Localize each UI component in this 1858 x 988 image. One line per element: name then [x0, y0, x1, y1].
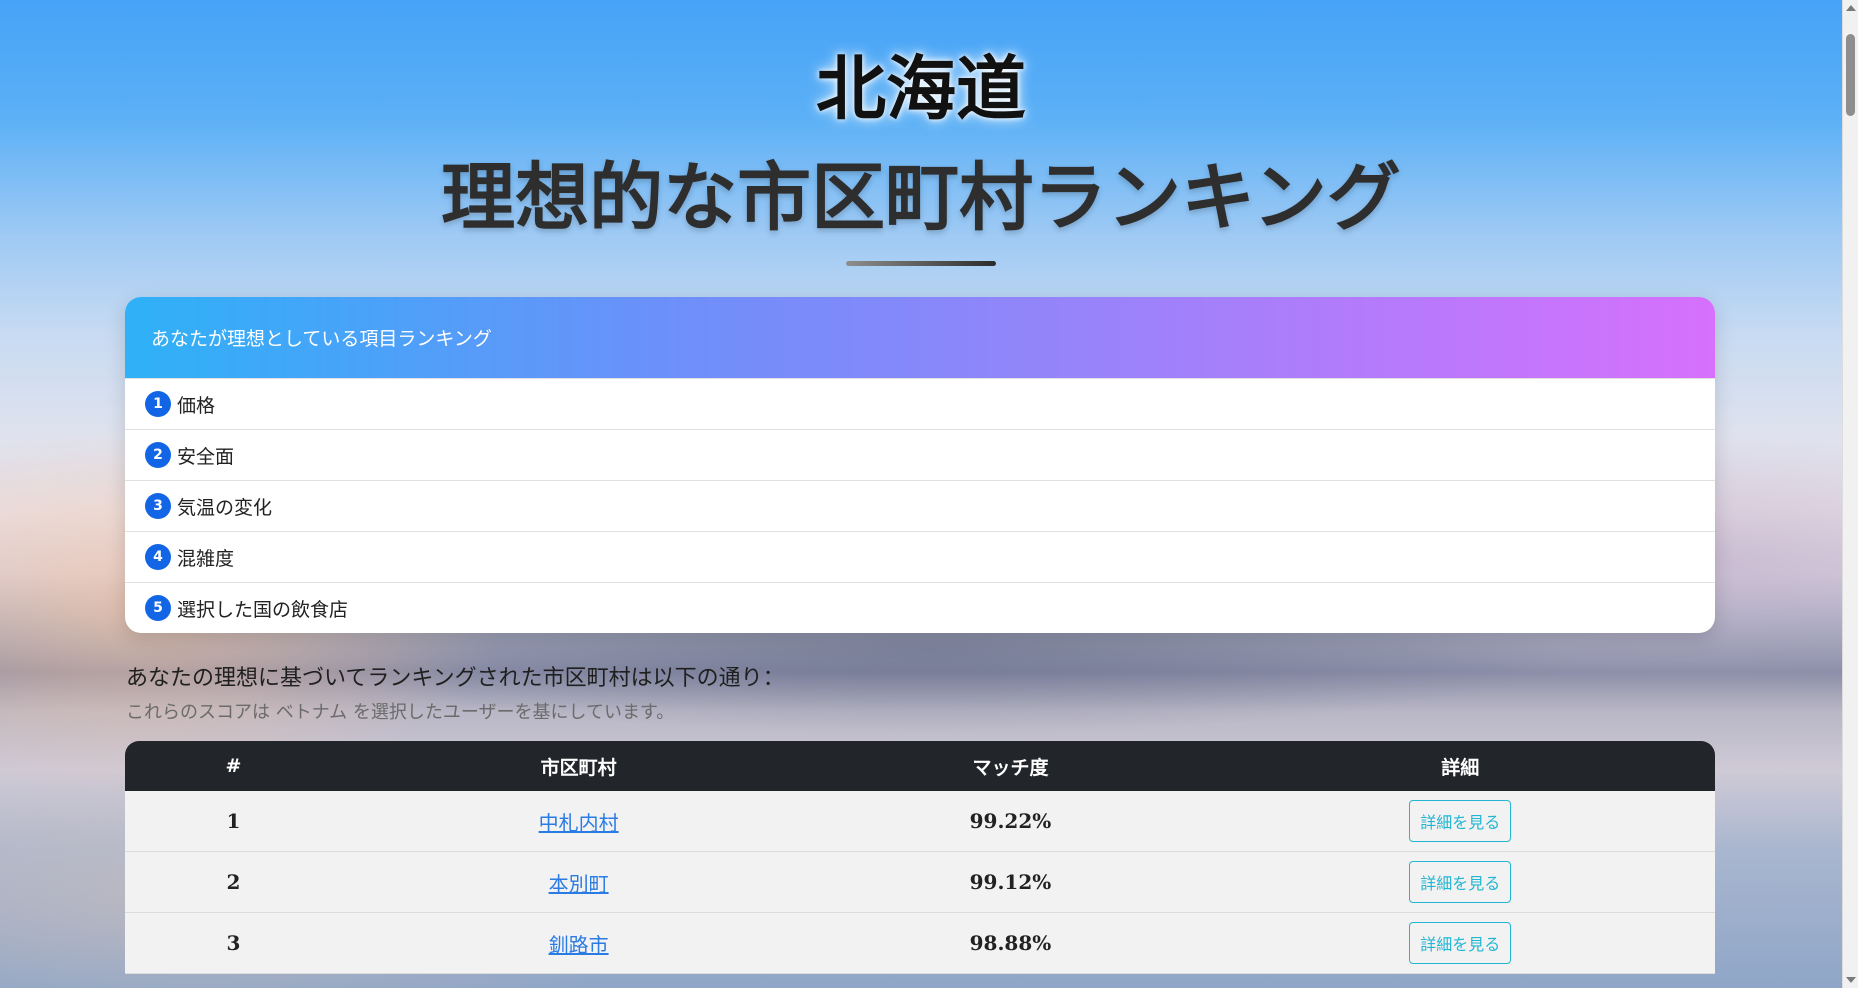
priority-item: 1 価格 — [125, 378, 1715, 429]
title-divider — [846, 261, 996, 266]
scroll-down-arrow-icon[interactable] — [1846, 977, 1856, 983]
column-header-detail: 詳細 — [1441, 756, 1480, 779]
table-row: 2 本別町 99.12% 詳細を見る — [125, 851, 1715, 913]
priority-item: 4 混雑度 — [125, 531, 1715, 582]
table-header-row: # 市区町村 マッチ度 詳細 — [125, 741, 1715, 791]
priority-item: 5 選択した国の飲食店 — [125, 582, 1715, 633]
match-cell: 99.22% — [815, 791, 1206, 852]
detail-cell: 詳細を見る — [1205, 912, 1715, 974]
scrollbar-thumb[interactable] — [1846, 34, 1855, 116]
column-header-rank: # — [225, 755, 242, 777]
city-link[interactable]: 本別町 — [549, 872, 609, 896]
city-link[interactable]: 釧路市 — [549, 933, 609, 957]
table-row: 1 中札内村 99.22% 詳細を見る — [125, 791, 1715, 852]
results-note: これらのスコアは ベトナム を選択したユーザーを基にしています。 — [126, 702, 675, 723]
priority-card-header: あなたが理想としている項目ランキング — [125, 297, 1715, 378]
rank-badge: 1 — [145, 391, 171, 417]
view-details-button[interactable]: 詳細を見る — [1409, 922, 1512, 964]
match-cell: 98.88% — [815, 912, 1206, 974]
city-cell: 中札内村 — [341, 791, 816, 852]
city-cell: 本別町 — [341, 851, 816, 913]
detail-cell: 詳細を見る — [1205, 791, 1715, 852]
priority-label: 混雑度 — [177, 547, 235, 570]
priority-item: 3 気温の変化 — [125, 480, 1715, 531]
results-table: # 市区町村 マッチ度 詳細 1 中札内村 99.22% 詳細を見る 2 本別町… — [125, 741, 1715, 974]
rank-cell: 3 — [125, 912, 342, 974]
city-link[interactable]: 中札内村 — [539, 811, 619, 835]
priority-item: 2 安全面 — [125, 429, 1715, 480]
priority-label: 気温の変化 — [177, 496, 273, 519]
priority-label: 選択した国の飲食店 — [177, 598, 349, 621]
rank-badge: 2 — [145, 442, 171, 468]
rank-cell: 1 — [125, 791, 342, 852]
column-header-match: マッチ度 — [972, 756, 1049, 779]
rank-badge: 5 — [145, 595, 171, 621]
priority-label: 価格 — [177, 394, 216, 417]
vertical-scrollbar[interactable] — [1842, 0, 1858, 988]
priority-card: あなたが理想としている項目ランキング 1 価格 2 安全面 3 気温の変化 4 … — [125, 297, 1715, 633]
table-row: 3 釧路市 98.88% 詳細を見る — [125, 912, 1715, 974]
rank-badge: 3 — [145, 493, 171, 519]
city-cell: 釧路市 — [341, 912, 816, 974]
detail-cell: 詳細を見る — [1205, 851, 1715, 913]
view-details-button[interactable]: 詳細を見る — [1409, 800, 1512, 842]
rank-cell: 2 — [125, 851, 342, 913]
rank-badge: 4 — [145, 544, 171, 570]
match-cell: 99.12% — [815, 851, 1206, 913]
view-details-button[interactable]: 詳細を見る — [1409, 861, 1512, 903]
results-intro: あなたの理想に基づいてランキングされた市区町村は以下の通り： — [126, 666, 785, 691]
priority-label: 安全面 — [177, 445, 235, 468]
scroll-up-arrow-icon[interactable] — [1846, 5, 1856, 11]
column-header-city: 市区町村 — [540, 756, 617, 779]
page-title: 理想的な市区町村ランキング — [441, 155, 1401, 241]
region-title: 北海道 — [816, 47, 1026, 130]
